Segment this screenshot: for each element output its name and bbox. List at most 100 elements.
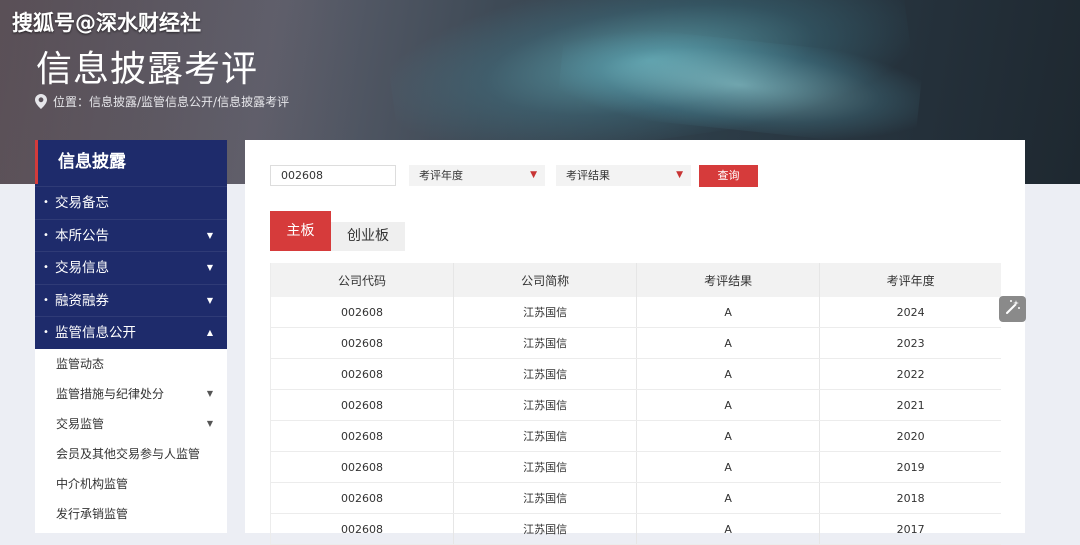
table-row: 002608 江苏国信 A 2020 xyxy=(269,420,1001,452)
year-select-label: 考评年度 xyxy=(419,169,463,182)
sidebar-subitem-label: 监管措施与纪律处分 xyxy=(56,386,165,401)
sidebar-subitem-member-supervision[interactable]: 会员及其他交易参与人监管 xyxy=(35,439,227,469)
chevron-down-icon: ▼ xyxy=(206,388,213,398)
cell-year: 2018 xyxy=(819,482,1001,514)
sidebar-item-label: 本所公告 xyxy=(55,227,109,244)
sidebar-subitem-label: 发行承销监管 xyxy=(56,507,129,522)
page-title: 信息披露考评 xyxy=(36,49,259,90)
cell-year: 2020 xyxy=(819,420,1001,452)
sidebar-item-trading-info[interactable]: • 交易信息 ▼ xyxy=(35,251,227,284)
table-row: 002608 江苏国信 A 2022 xyxy=(269,358,1001,390)
table-row: 002608 江苏国信 A 2023 xyxy=(269,327,1001,359)
cell-year: 2019 xyxy=(819,451,1001,483)
cell-company-name[interactable]: 江苏国信 xyxy=(453,327,638,359)
cell-company-code: 002608 xyxy=(269,420,455,452)
cell-company-name[interactable]: 江苏国信 xyxy=(453,358,638,390)
sidebar-subitem-measures-discipline[interactable]: 监管措施与纪律处分 ▼ xyxy=(35,379,227,409)
sidebar-item-supervision-disclosure[interactable]: • 监管信息公开 ▲ xyxy=(35,316,227,349)
cell-company-code: 002608 xyxy=(269,513,455,545)
magic-wand-icon xyxy=(1005,299,1021,319)
column-header-company-name[interactable]: 公司简称 xyxy=(453,263,638,297)
sidebar-menu: • 交易备忘 • 本所公告 ▼ • 交易信息 ▼ • 融资融券 ▼ • 监管信息… xyxy=(35,184,227,349)
caret-down-icon: ▼ xyxy=(676,170,683,180)
bullet-icon: • xyxy=(43,229,49,241)
bullet-icon: • xyxy=(43,197,49,208)
sidebar-subitem-label: 交易监管 xyxy=(56,416,105,431)
cell-company-name[interactable]: 江苏国信 xyxy=(453,513,638,545)
sidebar-subitem-trading-supervision[interactable]: 交易监管 ▼ xyxy=(35,409,227,439)
chevron-down-icon: ▼ xyxy=(206,263,213,272)
bullet-icon: • xyxy=(43,327,49,338)
chevron-up-icon: ▲ xyxy=(206,328,213,337)
bullet-icon: • xyxy=(43,294,49,306)
tab-main-board[interactable]: 主板 xyxy=(270,211,331,251)
cell-company-code: 002608 xyxy=(269,358,455,390)
column-header-year[interactable]: 考评年度 xyxy=(819,263,1001,297)
cell-company-name[interactable]: 江苏国信 xyxy=(453,482,638,514)
sidebar-item-announcements[interactable]: • 本所公告 ▼ xyxy=(35,218,227,252)
main-content: 002608 考评年度 ▼ 考评结果 ▼ 查询 主板 创业板 公司代码 公司简称… xyxy=(245,140,1025,545)
table-row: 002608 江苏国信 A 2018 xyxy=(269,482,1001,514)
bullet-icon: • xyxy=(43,262,49,273)
sidebar-subitem-label: 监管动态 xyxy=(56,356,105,371)
sidebar-subitem-underwriting-supervision[interactable]: 发行承销监管 xyxy=(35,499,227,529)
cell-year: 2023 xyxy=(819,327,1001,359)
chevron-down-icon: ▼ xyxy=(206,295,213,305)
sidebar-subitem-label: 中介机构监管 xyxy=(56,477,129,492)
cell-year: 2022 xyxy=(819,358,1001,390)
magic-wand-button[interactable] xyxy=(999,296,1026,322)
cell-company-code: 002608 xyxy=(269,451,455,483)
cell-company-code: 002608 xyxy=(269,327,455,359)
cell-result: A xyxy=(636,297,821,328)
table-row: 002608 江苏国信 A 2021 xyxy=(269,389,1001,421)
sidebar-item-label: 交易备忘 xyxy=(55,195,109,211)
table-row: 002608 江苏国信 A 2024 xyxy=(269,297,1001,328)
sidebar-subitem-supervision-news[interactable]: 监管动态 xyxy=(35,349,227,379)
sidebar-subitem-intermediary-supervision[interactable]: 中介机构监管 xyxy=(35,469,227,499)
caret-down-icon: ▼ xyxy=(530,170,537,180)
sidebar-item-margin-trading[interactable]: • 融资融券 ▼ xyxy=(35,283,227,317)
cell-company-code: 002608 xyxy=(269,482,455,514)
breadcrumb: 位置：信息披露/监管信息公开/信息披露考评 xyxy=(35,93,289,110)
chevron-down-icon: ▼ xyxy=(206,418,213,428)
year-select[interactable]: 考评年度 ▼ xyxy=(409,165,545,186)
chevron-down-icon: ▼ xyxy=(206,230,213,240)
result-select[interactable]: 考评结果 ▼ xyxy=(556,165,691,186)
cell-company-name[interactable]: 江苏国信 xyxy=(453,451,638,483)
cell-result: A xyxy=(636,451,821,483)
cell-result: A xyxy=(636,389,821,421)
cell-result: A xyxy=(636,420,821,452)
column-header-company-code[interactable]: 公司代码 xyxy=(269,263,455,297)
evaluation-table: 公司代码 公司简称 考评结果 考评年度 002608 江苏国信 A 2024 0… xyxy=(269,263,1001,545)
cell-year: 2024 xyxy=(819,297,1001,328)
sidebar-item-trade-memo[interactable]: • 交易备忘 xyxy=(35,186,227,219)
sidebar: 信息披露 • 交易备忘 • 本所公告 ▼ • 交易信息 ▼ • 融资融券 ▼ •… xyxy=(35,140,227,533)
sidebar-item-label: 融资融券 xyxy=(55,292,109,309)
cell-result: A xyxy=(636,358,821,390)
sidebar-item-label: 交易信息 xyxy=(55,260,109,276)
cell-company-code: 002608 xyxy=(269,297,455,328)
cell-result: A xyxy=(636,327,821,359)
cell-year: 2017 xyxy=(819,513,1001,545)
cell-company-code: 002608 xyxy=(269,389,455,421)
table-row: 002608 江苏国信 A 2017 xyxy=(269,513,1001,545)
column-header-result[interactable]: 考评结果 xyxy=(636,263,821,297)
result-select-label: 考评结果 xyxy=(566,169,610,182)
breadcrumb-text[interactable]: 位置：信息披露/监管信息公开/信息披露考评 xyxy=(53,93,289,110)
location-pin-icon xyxy=(35,94,47,109)
table-header-row: 公司代码 公司简称 考评结果 考评年度 xyxy=(269,263,1001,297)
watermark-text: 搜狐号@深水财经社 xyxy=(12,11,201,35)
cell-result: A xyxy=(636,513,821,545)
table-row: 002608 江苏国信 A 2019 xyxy=(269,451,1001,483)
cell-company-name[interactable]: 江苏国信 xyxy=(453,389,638,421)
sidebar-item-label: 监管信息公开 xyxy=(55,325,136,341)
cell-result: A xyxy=(636,482,821,514)
company-code-input[interactable]: 002608 xyxy=(270,165,396,186)
sidebar-title: 信息披露 xyxy=(35,140,227,184)
cell-company-name[interactable]: 江苏国信 xyxy=(453,297,638,328)
query-button[interactable]: 查询 xyxy=(699,165,758,187)
cell-year: 2021 xyxy=(819,389,1001,421)
tab-chinext-board[interactable]: 创业板 xyxy=(331,222,405,251)
sidebar-subitem-label: 会员及其他交易参与人监管 xyxy=(56,447,201,462)
cell-company-name[interactable]: 江苏国信 xyxy=(453,420,638,452)
